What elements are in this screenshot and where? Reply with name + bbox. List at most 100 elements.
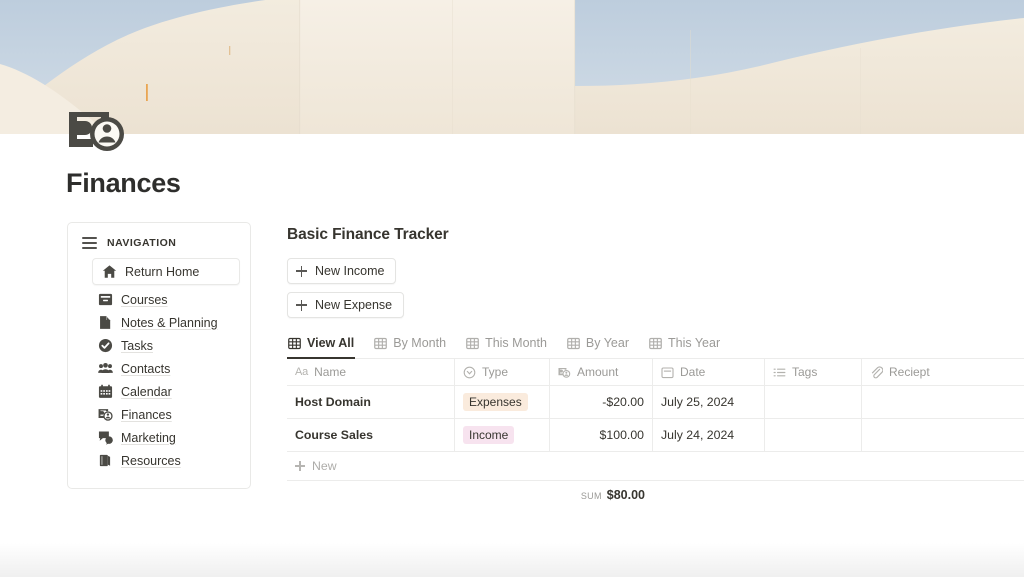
sidebar-item-notes-planning[interactable]: Notes & Planning	[96, 311, 240, 334]
navigation-header: NAVIGATION	[68, 237, 250, 249]
cell-tags[interactable]	[765, 419, 862, 451]
amount-sum-cell[interactable]: SUM $80.00	[550, 488, 653, 502]
column-header-label: Reciept	[889, 365, 930, 379]
sidebar-item-resources[interactable]: Resources	[96, 449, 240, 472]
books-icon	[99, 454, 111, 467]
cell-amount[interactable]: $100.00	[550, 419, 653, 451]
finance-table: Aa Name Type Amount Date Tags Reciept Ho…	[287, 359, 1024, 502]
cell-tags[interactable]	[765, 386, 862, 418]
money-person-icon	[98, 409, 113, 421]
tab-view-all[interactable]: View All	[287, 332, 356, 359]
tab-this-month[interactable]: This Month	[465, 332, 548, 359]
plus-icon	[295, 461, 305, 471]
column-header-label: Date	[680, 365, 706, 379]
tab-by-month[interactable]: By Month	[373, 332, 447, 359]
cell-receipt[interactable]	[862, 419, 1024, 451]
tab-label: By Year	[585, 336, 629, 350]
sidebar-item-label: Contacts	[121, 361, 171, 376]
navigation-header-label: NAVIGATION	[107, 237, 177, 249]
sidebar-item-label: Return Home	[125, 264, 200, 279]
status-badge: Expenses	[463, 393, 528, 411]
cell-name[interactable]: Host Domain	[287, 386, 455, 418]
footer-spacer	[287, 488, 550, 502]
cell-amount[interactable]: -$20.00	[550, 386, 653, 418]
page-title: Finances	[66, 168, 181, 198]
tab-label: This Year	[668, 336, 721, 350]
cell-date[interactable]: July 24, 2024	[653, 419, 765, 451]
column-header-type[interactable]: Type	[455, 359, 550, 385]
bottom-band	[0, 543, 1024, 577]
view-tabs: View All By Month This Month By Year Thi…	[287, 332, 1024, 359]
cell-date[interactable]: July 25, 2024	[653, 386, 765, 418]
column-header-tags[interactable]: Tags	[765, 359, 862, 385]
table-row[interactable]: Host Domain Expenses -$20.00 July 25, 20…	[287, 386, 1024, 419]
table-header-row: Aa Name Type Amount Date Tags Reciept	[287, 359, 1024, 386]
tab-this-year[interactable]: This Year	[648, 332, 721, 359]
sidebar-item-tasks[interactable]: Tasks	[96, 334, 240, 357]
table-grid-icon	[649, 337, 662, 349]
table-grid-icon	[374, 337, 388, 349]
document-icon	[100, 316, 111, 329]
new-expense-button-wrap: New Expense	[287, 292, 1024, 326]
sidebar-item-label: Notes & Planning	[121, 315, 218, 330]
plus-icon	[296, 265, 307, 277]
paperclip-icon	[871, 365, 883, 378]
cover-artwork	[0, 0, 1024, 134]
tab-label: View All	[307, 336, 355, 350]
column-header-receipt[interactable]: Reciept	[862, 359, 1024, 385]
table-grid-icon	[466, 337, 479, 349]
page-icon[interactable]	[67, 108, 129, 152]
sum-value: $80.00	[606, 488, 645, 502]
sidebar-item-return-home[interactable]: Return Home	[92, 258, 240, 285]
archive-box-icon	[98, 293, 113, 306]
new-income-button[interactable]: New Income	[287, 258, 397, 284]
column-header-amount[interactable]: Amount	[550, 359, 653, 385]
speech-bubbles-icon	[98, 431, 113, 445]
tab-label: By Month	[393, 336, 447, 350]
home-icon	[102, 265, 117, 278]
table-footer-row: SUM $80.00	[287, 481, 1024, 502]
new-income-button-wrap: New Income	[287, 258, 1024, 292]
table-grid-icon	[288, 337, 301, 349]
database-title: Basic Finance Tracker	[287, 226, 449, 243]
column-header-name[interactable]: Aa Name	[287, 359, 455, 385]
new-income-button-label: New Income	[315, 264, 385, 278]
navigation-list: Return Home Courses Notes & Planning Tas…	[68, 258, 250, 472]
sum-label: SUM	[580, 491, 602, 501]
cell-name[interactable]: Course Sales	[287, 419, 455, 451]
sidebar-item-marketing[interactable]: Marketing	[96, 426, 240, 449]
cell-type[interactable]: Expenses	[455, 386, 550, 418]
calendar-icon	[98, 384, 113, 398]
column-header-date[interactable]: Date	[653, 359, 765, 385]
new-expense-button-label: New Expense	[315, 298, 393, 312]
new-row-label: New	[312, 459, 337, 473]
multiselect-list-icon	[773, 368, 786, 376]
sidebar-item-label: Tasks	[121, 338, 153, 353]
sidebar-item-finances[interactable]: Finances	[96, 403, 240, 426]
plus-icon	[296, 299, 307, 311]
table-row[interactable]: Course Sales Income $100.00 July 24, 202…	[287, 419, 1024, 452]
tab-by-year[interactable]: By Year	[566, 332, 630, 359]
cell-receipt[interactable]	[862, 386, 1024, 418]
people-group-icon	[98, 362, 113, 373]
sidebar-item-contacts[interactable]: Contacts	[96, 357, 240, 380]
cell-type[interactable]: Income	[455, 419, 550, 451]
sidebar-item-label: Finances	[121, 407, 172, 422]
sidebar-item-label: Resources	[121, 453, 181, 468]
status-badge: Income	[463, 426, 515, 444]
calendar-icon	[661, 366, 674, 378]
sidebar-item-courses[interactable]: Courses	[96, 288, 240, 311]
cover-image[interactable]	[0, 0, 1024, 134]
money-person-icon	[558, 367, 571, 378]
text-aa-icon: Aa	[295, 366, 309, 378]
tab-label: This Month	[485, 336, 547, 350]
column-header-label: Type	[482, 365, 509, 379]
sidebar-item-label: Marketing	[121, 430, 176, 445]
column-header-label: Name	[314, 365, 347, 379]
money-person-icon	[69, 112, 124, 151]
hamburger-icon[interactable]	[82, 237, 97, 249]
main-content: Basic Finance Tracker New Income New Exp…	[287, 226, 1024, 502]
sidebar-item-calendar[interactable]: Calendar	[96, 380, 240, 403]
new-row-button[interactable]: New	[287, 452, 1024, 481]
new-expense-button[interactable]: New Expense	[287, 292, 405, 318]
